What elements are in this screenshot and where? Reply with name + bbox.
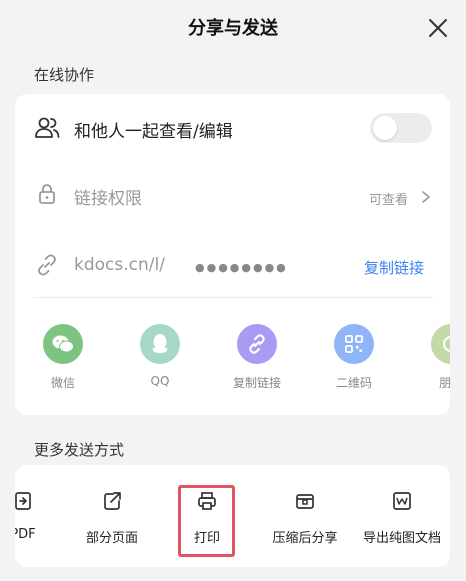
collab-toggle[interactable] xyxy=(370,113,432,143)
share-label: 微信 xyxy=(50,376,75,390)
option-label: 导出纯图文档 xyxy=(362,531,441,546)
more-options-card: PDF 部分页面 打印 压缩后分享 导出纯图文档 xyxy=(15,465,450,567)
toggle-knob xyxy=(373,116,397,140)
share-copy-link[interactable]: 复制链接 xyxy=(217,324,297,391)
online-collab-section-label: 在线协作 xyxy=(34,66,95,84)
share-link-text: kdocs.cn/l/ xyxy=(74,255,165,275)
share-label: 复制链接 xyxy=(232,376,281,390)
image-doc-icon xyxy=(393,492,411,510)
link-icon xyxy=(38,254,56,276)
option-label: 压缩后分享 xyxy=(272,531,338,546)
share-qq[interactable]: QQ xyxy=(120,324,200,388)
share-qrcode[interactable]: 二维码 xyxy=(314,324,394,391)
collab-label: 和他人一起查看/编辑 xyxy=(74,122,233,142)
link-icon xyxy=(237,324,277,364)
moments-icon xyxy=(431,324,450,364)
chevron-right-icon[interactable] xyxy=(420,190,432,204)
share-label: 朋友 xyxy=(438,376,450,390)
share-label: QQ xyxy=(150,374,170,388)
divider xyxy=(33,297,433,298)
collab-card: 和他人一起查看/编辑 链接权限 可查看 kdocs.cn/l/ ●●●●●●●●… xyxy=(15,94,450,415)
option-label: 部分页面 xyxy=(85,531,138,546)
dialog-header: 分享与发送 xyxy=(0,0,466,56)
collab-toggle-row[interactable]: 和他人一起查看/编辑 xyxy=(15,94,450,160)
compress-icon xyxy=(296,494,314,509)
print-highlight-frame xyxy=(178,485,235,557)
qq-icon xyxy=(140,324,180,364)
partial-page-option[interactable]: 部分页面 xyxy=(62,490,162,546)
share-label: 二维码 xyxy=(335,376,372,390)
lock-icon xyxy=(39,184,55,204)
more-send-section-label: 更多发送方式 xyxy=(34,441,125,459)
users-icon xyxy=(35,117,60,138)
dialog-title: 分享与发送 xyxy=(188,18,278,39)
pdf-export-icon xyxy=(15,492,31,510)
permission-label: 链接权限 xyxy=(74,189,142,209)
qrcode-icon xyxy=(334,324,374,364)
export-image-doc-option[interactable]: 导出纯图文档 xyxy=(352,490,450,546)
close-icon[interactable] xyxy=(426,16,450,40)
wechat-icon xyxy=(43,324,83,364)
compress-share-option[interactable]: 压缩后分享 xyxy=(255,490,355,546)
masked-link-id: ●●●●●●●● xyxy=(195,261,288,274)
permission-value[interactable]: 可查看 xyxy=(369,189,408,208)
copy-link-button[interactable]: 复制链接 xyxy=(364,257,424,278)
partial-page-share-icon xyxy=(104,492,121,510)
share-wechat[interactable]: 微信 xyxy=(23,324,103,391)
share-moments[interactable]: 朋友 xyxy=(411,324,450,391)
